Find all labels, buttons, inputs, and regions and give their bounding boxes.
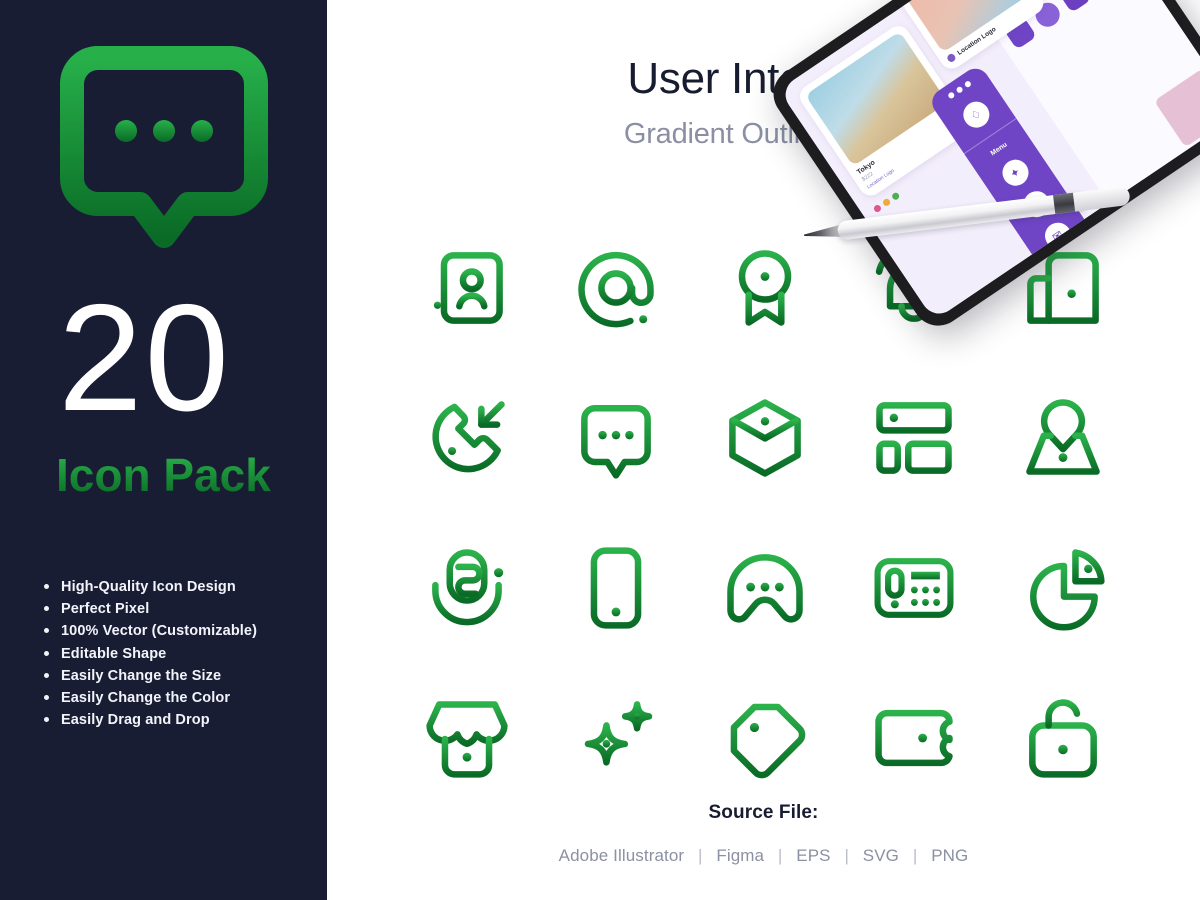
microphone-icon[interactable] bbox=[421, 542, 513, 634]
map-location-icon[interactable] bbox=[1017, 392, 1109, 484]
list-item: Easily Change the Color bbox=[44, 687, 257, 709]
document-icon[interactable]: ▯ bbox=[1060, 249, 1097, 286]
grid-cell[interactable] bbox=[690, 363, 839, 513]
format-svg: SVG bbox=[862, 846, 899, 865]
grid-cell[interactable] bbox=[392, 513, 541, 663]
grid-cell[interactable] bbox=[541, 663, 690, 813]
grid-cell[interactable] bbox=[541, 213, 690, 363]
compass-icon[interactable]: ✦ bbox=[997, 154, 1034, 192]
grid-cell[interactable] bbox=[988, 663, 1137, 813]
list-item: Perfect Pixel bbox=[44, 598, 257, 620]
storefront-icon[interactable] bbox=[421, 692, 513, 784]
grid-cell[interactable] bbox=[392, 363, 541, 513]
separator: | bbox=[844, 846, 849, 865]
poster-canvas: 20 Icon Pack High-Quality Icon Design Pe… bbox=[0, 0, 1200, 900]
chat-bubble-dots-logo bbox=[59, 46, 268, 248]
award-badge-icon[interactable] bbox=[719, 242, 811, 334]
grid-cell[interactable] bbox=[541, 363, 690, 513]
format-figma: Figma bbox=[716, 846, 765, 865]
separator: | bbox=[912, 846, 918, 865]
sidebar: 20 Icon Pack High-Quality Icon Design Pe… bbox=[0, 0, 327, 900]
grid-cell[interactable] bbox=[392, 213, 541, 363]
grid-cell[interactable] bbox=[839, 513, 988, 663]
format-eps: EPS bbox=[796, 846, 831, 865]
grid-cell[interactable] bbox=[541, 513, 690, 663]
list-item: 100% Vector (Customizable) bbox=[44, 620, 257, 642]
incoming-call-icon[interactable] bbox=[421, 392, 513, 484]
grid-cell[interactable] bbox=[392, 663, 541, 813]
nav-label: Menu bbox=[989, 141, 1009, 158]
grid-cell[interactable] bbox=[690, 663, 839, 813]
at-email-icon[interactable] bbox=[570, 242, 662, 334]
mobile-phone-icon[interactable] bbox=[570, 542, 662, 634]
box-3d-icon[interactable] bbox=[719, 392, 811, 484]
brand-logo-icon: ♢ bbox=[957, 96, 994, 133]
pin-icon bbox=[945, 52, 957, 64]
address-book-icon[interactable] bbox=[421, 242, 513, 334]
unlock-padlock-icon[interactable] bbox=[1017, 692, 1109, 784]
sparkle-magic-icon[interactable] bbox=[570, 692, 662, 784]
list-item: Easily Change the Size bbox=[44, 665, 257, 687]
mail-icon[interactable]: ✉ bbox=[1039, 217, 1076, 255]
separator: | bbox=[777, 846, 783, 865]
footer: Source File: Adobe Illustrator | Figma |… bbox=[327, 802, 1200, 866]
list-item: Easily Drag and Drop bbox=[44, 709, 257, 731]
icon-count: 20 bbox=[58, 273, 232, 443]
gamepad-icon[interactable] bbox=[719, 542, 811, 634]
pie-chart-icon[interactable] bbox=[1017, 542, 1109, 634]
list-item: High-Quality Icon Design bbox=[44, 576, 257, 598]
logo-wrap bbox=[0, 46, 327, 260]
swatch-pink bbox=[872, 203, 883, 214]
swatch-orange bbox=[881, 197, 892, 208]
grid-cell[interactable] bbox=[839, 663, 988, 813]
window-dots bbox=[946, 80, 972, 100]
feature-list: High-Quality Icon Design Perfect Pixel 1… bbox=[0, 576, 257, 731]
format-adobe-illustrator: Adobe Illustrator bbox=[558, 846, 685, 865]
source-file-title: Source File: bbox=[708, 802, 819, 823]
ticket-icon[interactable] bbox=[868, 692, 960, 784]
format-png: PNG bbox=[931, 846, 969, 865]
list-item: Editable Shape bbox=[44, 643, 257, 665]
separator: | bbox=[698, 846, 703, 865]
location-tile[interactable] bbox=[1058, 0, 1092, 14]
grid-cell[interactable] bbox=[988, 513, 1137, 663]
chat-bubble-icon[interactable] bbox=[570, 392, 662, 484]
grid-cell[interactable] bbox=[690, 513, 839, 663]
pack-label: Icon Pack bbox=[0, 452, 271, 498]
swatch-green bbox=[890, 191, 901, 202]
accent-panel bbox=[1154, 68, 1200, 148]
source-format-list: Adobe Illustrator | Figma | EPS | SVG | … bbox=[327, 846, 1200, 866]
price-tag-icon[interactable] bbox=[719, 692, 811, 784]
tablet-screen: Tokyo $222 Location Logo Location Logo ♢… bbox=[778, 0, 1200, 321]
telephone-fax-icon[interactable] bbox=[868, 542, 960, 634]
